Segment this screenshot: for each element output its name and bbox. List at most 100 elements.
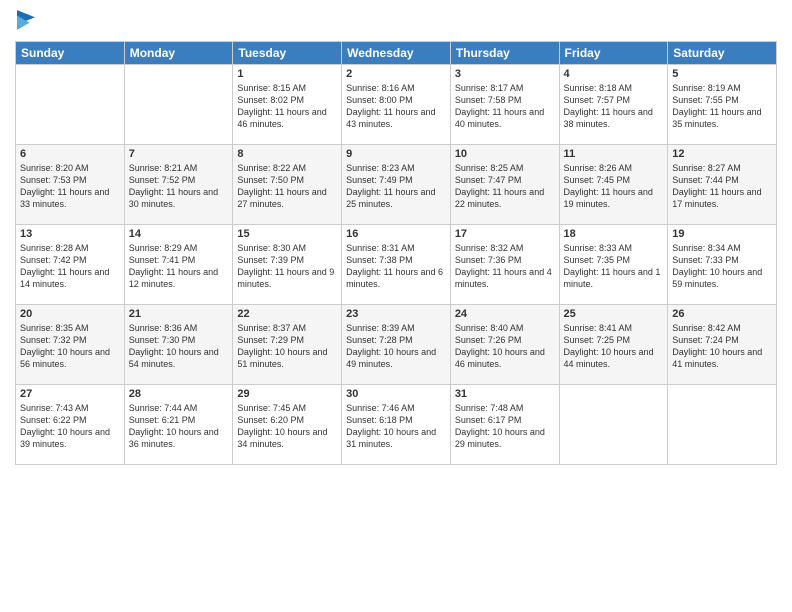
calendar-cell: 15 Sunrise: 8:30 AM Sunset: 7:39 PM Dayli… — [233, 225, 342, 305]
calendar-cell: 7 Sunrise: 8:21 AM Sunset: 7:52 PM Daylig… — [124, 145, 233, 225]
calendar-table: SundayMondayTuesdayWednesdayThursdayFrid… — [15, 41, 777, 465]
day-info: Sunrise: 8:41 AM Sunset: 7:25 PM Dayligh… — [564, 322, 664, 371]
day-info: Sunrise: 8:36 AM Sunset: 7:30 PM Dayligh… — [129, 322, 229, 371]
day-info: Sunrise: 8:28 AM Sunset: 7:42 PM Dayligh… — [20, 242, 120, 291]
day-info: Sunrise: 8:29 AM Sunset: 7:41 PM Dayligh… — [129, 242, 229, 291]
day-number: 19 — [672, 228, 772, 240]
calendar-cell: 1Sunrise: 8:15 AM Sunset: 8:02 PM Daylig… — [233, 65, 342, 145]
day-info: Sunrise: 8:17 AM Sunset: 7:58 PM Dayligh… — [455, 82, 555, 131]
day-info: Sunrise: 8:21 AM Sunset: 7:52 PM Dayligh… — [129, 162, 229, 211]
calendar-cell: 6 Sunrise: 8:20 AM Sunset: 7:53 PM Daylig… — [16, 145, 125, 225]
day-info: Sunrise: 8:30 AM Sunset: 7:39 PM Dayligh… — [237, 242, 337, 291]
calendar-week-row: 6 Sunrise: 8:20 AM Sunset: 7:53 PM Daylig… — [16, 145, 777, 225]
calendar-cell: 25 Sunrise: 8:41 AM Sunset: 7:25 PM Dayli… — [559, 305, 668, 385]
header-day: Friday — [559, 42, 668, 65]
header-row: SundayMondayTuesdayWednesdayThursdayFrid… — [16, 42, 777, 65]
day-info: Sunrise: 8:42 AM Sunset: 7:24 PM Dayligh… — [672, 322, 772, 371]
calendar-cell: 13 Sunrise: 8:28 AM Sunset: 7:42 PM Dayli… — [16, 225, 125, 305]
logo — [15, 10, 37, 35]
day-number: 2 — [346, 68, 446, 80]
day-info: Sunrise: 7:48 AM Sunset: 6:17 PM Dayligh… — [455, 402, 555, 451]
header-day: Tuesday — [233, 42, 342, 65]
calendar-cell: 9 Sunrise: 8:23 AM Sunset: 7:49 PM Daylig… — [342, 145, 451, 225]
day-number: 10 — [455, 148, 555, 160]
day-number: 9 — [346, 148, 446, 160]
day-number: 1 — [237, 68, 337, 80]
day-info: Sunrise: 8:40 AM Sunset: 7:26 PM Dayligh… — [455, 322, 555, 371]
calendar-cell: 18 Sunrise: 8:33 AM Sunset: 7:35 PM Dayli… — [559, 225, 668, 305]
day-number: 11 — [564, 148, 664, 160]
day-number: 20 — [20, 308, 120, 320]
calendar-cell: 8 Sunrise: 8:22 AM Sunset: 7:50 PM Daylig… — [233, 145, 342, 225]
day-info: Sunrise: 8:23 AM Sunset: 7:49 PM Dayligh… — [346, 162, 446, 211]
calendar-page: SundayMondayTuesdayWednesdayThursdayFrid… — [0, 0, 792, 612]
day-info: Sunrise: 8:19 AM Sunset: 7:55 PM Dayligh… — [672, 82, 772, 131]
day-info: Sunrise: 8:27 AM Sunset: 7:44 PM Dayligh… — [672, 162, 772, 211]
calendar-cell: 16 Sunrise: 8:31 AM Sunset: 7:38 PM Dayli… — [342, 225, 451, 305]
header-day: Wednesday — [342, 42, 451, 65]
day-number: 27 — [20, 388, 120, 400]
calendar-cell: 22Sunrise: 8:37 AM Sunset: 7:29 PM Dayli… — [233, 305, 342, 385]
day-number: 17 — [455, 228, 555, 240]
day-number: 25 — [564, 308, 664, 320]
calendar-cell — [16, 65, 125, 145]
day-number: 13 — [20, 228, 120, 240]
logo-icon — [17, 10, 35, 30]
calendar-cell: 5 Sunrise: 8:19 AM Sunset: 7:55 PM Daylig… — [668, 65, 777, 145]
day-number: 31 — [455, 388, 555, 400]
calendar-cell: 14 Sunrise: 8:29 AM Sunset: 7:41 PM Dayli… — [124, 225, 233, 305]
day-info: Sunrise: 8:16 AM Sunset: 8:00 PM Dayligh… — [346, 82, 446, 131]
day-number: 12 — [672, 148, 772, 160]
day-info: Sunrise: 7:43 AM Sunset: 6:22 PM Dayligh… — [20, 402, 120, 451]
calendar-cell: 4 Sunrise: 8:18 AM Sunset: 7:57 PM Daylig… — [559, 65, 668, 145]
calendar-cell: 24Sunrise: 8:40 AM Sunset: 7:26 PM Dayli… — [450, 305, 559, 385]
day-number: 15 — [237, 228, 337, 240]
calendar-week-row: 20 Sunrise: 8:35 AM Sunset: 7:32 PM Dayli… — [16, 305, 777, 385]
calendar-cell: 17 Sunrise: 8:32 AM Sunset: 7:36 PM Dayli… — [450, 225, 559, 305]
calendar-cell: 12 Sunrise: 8:27 AM Sunset: 7:44 PM Dayli… — [668, 145, 777, 225]
day-info: Sunrise: 8:39 AM Sunset: 7:28 PM Dayligh… — [346, 322, 446, 371]
day-number: 4 — [564, 68, 664, 80]
day-number: 26 — [672, 308, 772, 320]
calendar-cell: 21 Sunrise: 8:36 AM Sunset: 7:30 PM Dayli… — [124, 305, 233, 385]
day-number: 8 — [237, 148, 337, 160]
day-info: Sunrise: 8:32 AM Sunset: 7:36 PM Dayligh… — [455, 242, 555, 291]
day-info: Sunrise: 8:33 AM Sunset: 7:35 PM Dayligh… — [564, 242, 664, 291]
day-info: Sunrise: 8:22 AM Sunset: 7:50 PM Dayligh… — [237, 162, 337, 211]
day-info: Sunrise: 8:31 AM Sunset: 7:38 PM Dayligh… — [346, 242, 446, 291]
day-info: Sunrise: 7:45 AM Sunset: 6:20 PM Dayligh… — [237, 402, 337, 451]
day-number: 29 — [237, 388, 337, 400]
header-day: Saturday — [668, 42, 777, 65]
day-info: Sunrise: 7:44 AM Sunset: 6:21 PM Dayligh… — [129, 402, 229, 451]
calendar-cell: 2 Sunrise: 8:16 AM Sunset: 8:00 PM Daylig… — [342, 65, 451, 145]
day-number: 16 — [346, 228, 446, 240]
day-number: 22 — [237, 308, 337, 320]
day-info: Sunrise: 8:18 AM Sunset: 7:57 PM Dayligh… — [564, 82, 664, 131]
day-info: Sunrise: 8:25 AM Sunset: 7:47 PM Dayligh… — [455, 162, 555, 211]
header-day: Monday — [124, 42, 233, 65]
day-number: 5 — [672, 68, 772, 80]
calendar-cell: 11Sunrise: 8:26 AM Sunset: 7:45 PM Dayli… — [559, 145, 668, 225]
day-number: 14 — [129, 228, 229, 240]
day-number: 7 — [129, 148, 229, 160]
day-info: Sunrise: 8:34 AM Sunset: 7:33 PM Dayligh… — [672, 242, 772, 291]
day-info: Sunrise: 8:35 AM Sunset: 7:32 PM Dayligh… — [20, 322, 120, 371]
calendar-cell: 10 Sunrise: 8:25 AM Sunset: 7:47 PM Dayli… — [450, 145, 559, 225]
calendar-cell: 27 Sunrise: 7:43 AM Sunset: 6:22 PM Dayli… — [16, 385, 125, 465]
calendar-cell: 19 Sunrise: 8:34 AM Sunset: 7:33 PM Dayli… — [668, 225, 777, 305]
day-info: Sunrise: 8:20 AM Sunset: 7:53 PM Dayligh… — [20, 162, 120, 211]
day-number: 23 — [346, 308, 446, 320]
header-day: Sunday — [16, 42, 125, 65]
calendar-cell: 23 Sunrise: 8:39 AM Sunset: 7:28 PM Dayli… — [342, 305, 451, 385]
day-number: 6 — [20, 148, 120, 160]
calendar-cell: 31 Sunrise: 7:48 AM Sunset: 6:17 PM Dayli… — [450, 385, 559, 465]
calendar-cell: 28Sunrise: 7:44 AM Sunset: 6:21 PM Dayli… — [124, 385, 233, 465]
calendar-cell — [124, 65, 233, 145]
day-number: 18 — [564, 228, 664, 240]
calendar-week-row: 27 Sunrise: 7:43 AM Sunset: 6:22 PM Dayli… — [16, 385, 777, 465]
calendar-week-row: 13 Sunrise: 8:28 AM Sunset: 7:42 PM Dayli… — [16, 225, 777, 305]
calendar-cell: 26 Sunrise: 8:42 AM Sunset: 7:24 PM Dayli… — [668, 305, 777, 385]
day-number: 21 — [129, 308, 229, 320]
day-info: Sunrise: 7:46 AM Sunset: 6:18 PM Dayligh… — [346, 402, 446, 451]
day-number: 3 — [455, 68, 555, 80]
